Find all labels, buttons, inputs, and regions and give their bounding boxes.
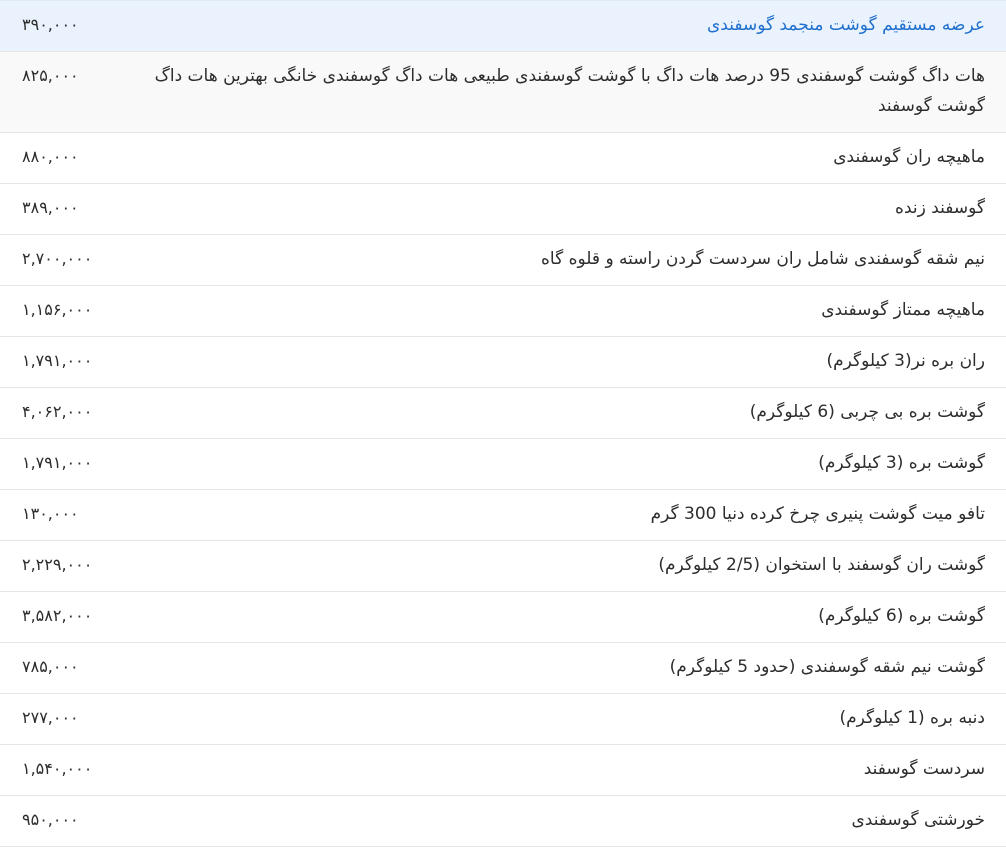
table-row: گوشت بره بی چربی (6 کیلوگرم) ۴,۰۶۲,۰۰۰ — [0, 387, 1006, 439]
product-name-cell: گوسفند زنده — [116, 183, 1006, 235]
table-row: گوشت بره (3 کیلوگرم) ۱,۷۹۱,۰۰۰ — [0, 438, 1006, 490]
product-name-cell: گوشت بره (6 کیلوگرم) — [116, 591, 1006, 643]
table-row: هات داگ گوشت گوسفندی 95 درصد هات داگ با … — [0, 51, 1006, 133]
product-price-cell: ۱,۷۹۱,۰۰۰ — [0, 336, 116, 388]
product-price-cell: ۸۸۰,۰۰۰ — [0, 132, 116, 184]
product-name-cell: سردست گوسفند — [116, 744, 1006, 796]
product-name-cell: عرضه مستقیم گوشت منجمد گوسفندی — [116, 0, 1006, 52]
table-row: گوشت ران گوسفند با استخوان (2/5 کیلوگرم)… — [0, 540, 1006, 592]
product-name-cell: گوشت بره (3 کیلوگرم) — [116, 438, 1006, 490]
product-price-cell: ۳,۵۸۲,۰۰۰ — [0, 591, 116, 643]
product-link[interactable]: عرضه مستقیم گوشت منجمد گوسفندی — [707, 15, 985, 35]
table-row: سردست گوسفند ۱,۵۴۰,۰۰۰ — [0, 744, 1006, 796]
product-price-cell: ۹۵۰,۰۰۰ — [0, 795, 116, 847]
product-price-cell: ۱,۵۴۰,۰۰۰ — [0, 744, 116, 796]
product-name-cell: تافو میت گوشت پنیری چرخ کرده دنیا 300 گر… — [116, 489, 1006, 541]
product-name-cell: ماهیچه ران گوسفندی — [116, 132, 1006, 184]
product-price-cell: ۲۷۷,۰۰۰ — [0, 693, 116, 745]
product-price-cell: ۳۹۰,۰۰۰ — [0, 0, 116, 52]
product-name-cell: گوشت بره بی چربی (6 کیلوگرم) — [116, 387, 1006, 439]
table-row: ماهیچه ممتاز گوسفندی ۱,۱۵۶,۰۰۰ — [0, 285, 1006, 337]
table-row: گوشت بره (6 کیلوگرم) ۳,۵۸۲,۰۰۰ — [0, 591, 1006, 643]
product-name-cell: ران بره نر(3 کیلوگرم) — [116, 336, 1006, 388]
table-row: دنبه بره (1 کیلوگرم) ۲۷۷,۰۰۰ — [0, 693, 1006, 745]
table-row: تافو میت گوشت پنیری چرخ کرده دنیا 300 گر… — [0, 489, 1006, 541]
product-price-cell: ۸۲۵,۰۰۰ — [0, 51, 116, 133]
table-row: گوشت نیم شقه گوسفندی (حدود 5 کیلوگرم) ۷۸… — [0, 642, 1006, 694]
product-price-cell: ۲,۷۰۰,۰۰۰ — [0, 234, 116, 286]
product-price-cell: ۱,۱۵۶,۰۰۰ — [0, 285, 116, 337]
product-price-cell: ۷۸۵,۰۰۰ — [0, 642, 116, 694]
table-row: ران بره نر(3 کیلوگرم) ۱,۷۹۱,۰۰۰ — [0, 336, 1006, 388]
table-row: ماهیچه ران گوسفندی ۸۸۰,۰۰۰ — [0, 132, 1006, 184]
product-name-cell: خورشتی گوسفندی — [116, 795, 1006, 847]
product-name-cell: گوشت ران گوسفند با استخوان (2/5 کیلوگرم) — [116, 540, 1006, 592]
product-price-cell: ۲,۲۲۹,۰۰۰ — [0, 540, 116, 592]
product-name-cell: هات داگ گوشت گوسفندی 95 درصد هات داگ با … — [116, 51, 1006, 133]
product-name-cell: ماهیچه ممتاز گوسفندی — [116, 285, 1006, 337]
table-row: گوسفند زنده ۳۸۹,۰۰۰ — [0, 183, 1006, 235]
table-row: عرضه مستقیم گوشت منجمد گوسفندی ۳۹۰,۰۰۰ — [0, 0, 1006, 52]
price-table: عرضه مستقیم گوشت منجمد گوسفندی ۳۹۰,۰۰۰ ه… — [0, 0, 1006, 847]
table-row: نیم شقه گوسفندی شامل ران سردست گردن راست… — [0, 234, 1006, 286]
product-name-cell: گوشت نیم شقه گوسفندی (حدود 5 کیلوگرم) — [116, 642, 1006, 694]
table-row: خورشتی گوسفندی ۹۵۰,۰۰۰ — [0, 795, 1006, 847]
product-name-cell: دنبه بره (1 کیلوگرم) — [116, 693, 1006, 745]
product-name-cell: نیم شقه گوسفندی شامل ران سردست گردن راست… — [116, 234, 1006, 286]
product-price-cell: ۱,۷۹۱,۰۰۰ — [0, 438, 116, 490]
product-price-cell: ۴,۰۶۲,۰۰۰ — [0, 387, 116, 439]
product-price-cell: ۳۸۹,۰۰۰ — [0, 183, 116, 235]
product-price-cell: ۱۳۰,۰۰۰ — [0, 489, 116, 541]
